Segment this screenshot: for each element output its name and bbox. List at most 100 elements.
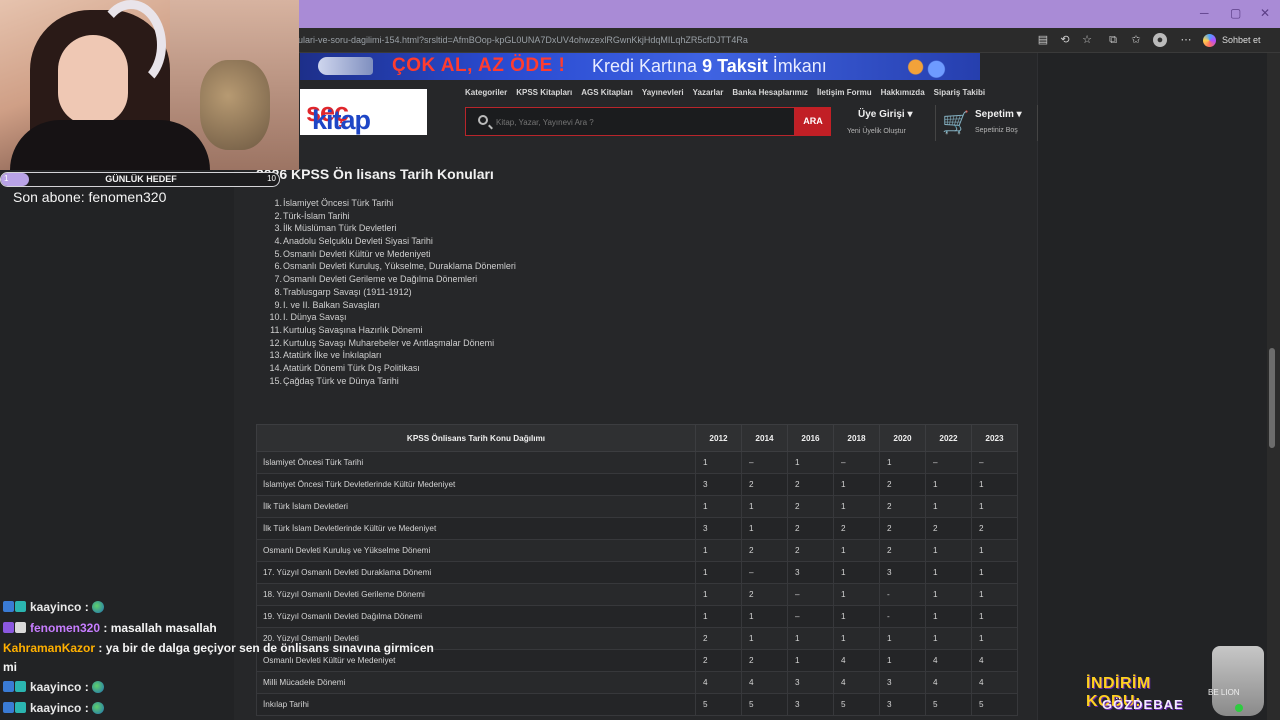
question-count-cell: 1 bbox=[879, 627, 926, 650]
nav-item[interactable]: KPSS Kitapları bbox=[516, 88, 572, 97]
topic-item: 9.I. ve II. Balkan Savaşları bbox=[263, 299, 516, 312]
more-menu-icon[interactable]: ⋯ bbox=[1179, 33, 1193, 47]
chat-message: mi bbox=[3, 660, 17, 674]
nav-item[interactable]: Sipariş Takibi bbox=[934, 88, 985, 97]
reader-mode-icon[interactable]: ▤ bbox=[1036, 33, 1050, 47]
question-count-cell: – bbox=[925, 451, 972, 474]
chat-username[interactable]: fenomen320 bbox=[30, 621, 100, 635]
maximize-icon[interactable]: ▢ bbox=[1230, 6, 1241, 20]
question-count-cell: 4 bbox=[925, 671, 972, 694]
favorites-icon[interactable]: ✩ bbox=[1129, 33, 1143, 47]
question-count-cell: 3 bbox=[879, 671, 926, 694]
nav-item[interactable]: İletişim Formu bbox=[817, 88, 872, 97]
search-input[interactable] bbox=[496, 114, 786, 130]
share-icon[interactable]: ⟲ bbox=[1058, 33, 1072, 47]
question-count-cell: – bbox=[741, 451, 788, 474]
topic-number: 14. bbox=[269, 362, 282, 373]
url-text[interactable]: ulari-ve-soru-dagilimi-154.html?srsltid=… bbox=[298, 35, 748, 45]
discount-code-overlay: İNDİRİM KODU: GÖZDEBAE bbox=[1080, 670, 1200, 716]
promo-banner[interactable]: ÇOK AL, AZ ÖDE ! Kredi Kartına 9 Taksit … bbox=[300, 53, 980, 80]
topic-label: Atatürk Dönemi Türk Dış Politikası bbox=[283, 362, 420, 373]
topic-item: 10.I. Dünya Savaşı bbox=[263, 311, 516, 324]
row-topic: İslamiyet Öncesi Türk Tarihi bbox=[256, 451, 696, 474]
chat-username[interactable]: kaayinco bbox=[30, 701, 81, 715]
chat-badge-icon bbox=[3, 601, 14, 612]
login-menu[interactable]: Üye Girişi ▾ Yeni Üyelik Oluştur bbox=[845, 108, 923, 140]
question-count-cell: 1 bbox=[971, 473, 1018, 496]
column-header-topic: KPSS Önlisans Tarih Konu Dağılımı bbox=[256, 424, 696, 452]
question-count-cell: – bbox=[971, 451, 1018, 474]
question-count-cell: 1 bbox=[971, 561, 1018, 584]
login-title: Üye Girişi ▾ bbox=[858, 109, 913, 120]
row-topic: 17. Yüzyıl Osmanlı Devleti Duraklama Dön… bbox=[256, 561, 696, 584]
topic-item: 7.Osmanlı Devleti Gerileme ve Dağılma Dö… bbox=[263, 273, 516, 286]
chat-button[interactable]: Sohbet et bbox=[1200, 32, 1267, 49]
topic-label: Türk-İslam Tarihi bbox=[283, 210, 350, 221]
cart-menu[interactable]: 🛒 Sepetim ▾ Sepetiniz Boş bbox=[935, 105, 1038, 141]
favorite-star-icon[interactable]: ☆ bbox=[1080, 33, 1094, 47]
topic-item: 14.Atatürk Dönemi Türk Dış Politikası bbox=[263, 362, 516, 375]
scrollbar-thumb[interactable] bbox=[1269, 348, 1275, 448]
nav-item[interactable]: Yazarlar bbox=[693, 88, 724, 97]
profile-icon[interactable]: ● bbox=[1153, 33, 1167, 47]
row-topic: İslamiyet Öncesi Türk Devletlerinde Kült… bbox=[256, 473, 696, 496]
search-icon bbox=[478, 115, 488, 125]
topic-label: I. Dünya Savaşı bbox=[283, 312, 347, 323]
question-count-cell: 4 bbox=[695, 671, 742, 694]
topic-item: 3.İlk Müslüman Türk Devletleri bbox=[263, 222, 516, 235]
question-count-cell: 5 bbox=[741, 693, 788, 716]
question-count-cell: – bbox=[741, 561, 788, 584]
daily-goal-bar: 1 GÜNLÜK HEDEF 10 bbox=[0, 172, 280, 187]
column-header-year: 2020 bbox=[879, 424, 926, 452]
site-logo[interactable]: kitap seç bbox=[300, 89, 427, 135]
topic-number: 2. bbox=[274, 210, 282, 221]
rocket-icon bbox=[318, 57, 373, 75]
question-count-cell: 1 bbox=[695, 605, 742, 628]
chat-badge-icon bbox=[3, 702, 14, 713]
question-count-cell: 1 bbox=[833, 473, 880, 496]
chat-username[interactable]: kaayinco bbox=[30, 600, 81, 614]
question-count-cell: 2 bbox=[879, 495, 926, 518]
topic-label: İlk Müslüman Türk Devletleri bbox=[283, 223, 397, 234]
topic-number: 13. bbox=[269, 350, 282, 361]
topic-label: Osmanlı Devleti Gerileme ve Dağılma Döne… bbox=[283, 274, 478, 285]
question-count-cell: 3 bbox=[695, 517, 742, 540]
nav-item[interactable]: Hakkımızda bbox=[881, 88, 925, 97]
topic-number: 1. bbox=[274, 198, 282, 208]
topic-label: Çağdaş Türk ve Dünya Tarihi bbox=[283, 375, 399, 386]
nav-item[interactable]: Banka Hesaplarımız bbox=[732, 88, 808, 97]
chat-badge-icon bbox=[15, 702, 26, 713]
question-count-cell: 4 bbox=[925, 649, 972, 672]
topic-item: 12.Kurtuluş Savaşı Muharebeler ve Antlaş… bbox=[263, 337, 516, 350]
nav-item[interactable]: Yayınevleri bbox=[642, 88, 684, 97]
topic-item: 4.Anadolu Selçuklu Devleti Siyasi Tarihi bbox=[263, 235, 516, 248]
question-count-cell: 5 bbox=[833, 693, 880, 716]
question-count-cell: 1 bbox=[695, 583, 742, 606]
plush-toy bbox=[200, 60, 270, 150]
question-count-cell: 2 bbox=[879, 539, 926, 562]
question-count-cell: 1 bbox=[971, 627, 1018, 650]
nav-item[interactable]: AGS Kitapları bbox=[581, 88, 633, 97]
question-count-cell: 3 bbox=[787, 671, 834, 694]
chat-username[interactable]: kaayinco bbox=[30, 680, 81, 694]
topic-label: Kurtuluş Savaşı Muharebeler ve Antlaşmal… bbox=[283, 337, 495, 348]
close-icon[interactable]: ✕ bbox=[1260, 6, 1270, 20]
question-count-cell: 1 bbox=[879, 451, 926, 474]
split-screen-icon[interactable]: ⧉ bbox=[1106, 33, 1120, 47]
question-count-cell: - bbox=[879, 583, 926, 606]
chat-username[interactable]: KahramanKazor bbox=[3, 641, 95, 655]
nav-item[interactable]: Kategoriler bbox=[465, 88, 507, 97]
question-count-cell: 3 bbox=[879, 561, 926, 584]
search-button[interactable]: ARA bbox=[795, 107, 831, 136]
topic-item: 6.Osmanlı Devleti Kuruluş, Yükselme, Dur… bbox=[263, 260, 515, 273]
register-link[interactable]: Yeni Üyelik Oluştur bbox=[847, 128, 906, 135]
topic-label: I. ve II. Balkan Savaşları bbox=[283, 299, 381, 310]
topic-item: 2.Türk-İslam Tarihi bbox=[263, 210, 516, 223]
question-count-cell: 2 bbox=[695, 627, 742, 650]
minimize-icon[interactable]: ─ bbox=[1200, 6, 1209, 20]
question-count-cell: 1 bbox=[925, 605, 972, 628]
question-count-cell: 3 bbox=[787, 561, 834, 584]
question-count-cell: 1 bbox=[833, 495, 880, 518]
topic-label: İslamiyet Öncesi Türk Tarihi bbox=[283, 198, 394, 208]
question-count-cell: 1 bbox=[833, 627, 880, 650]
